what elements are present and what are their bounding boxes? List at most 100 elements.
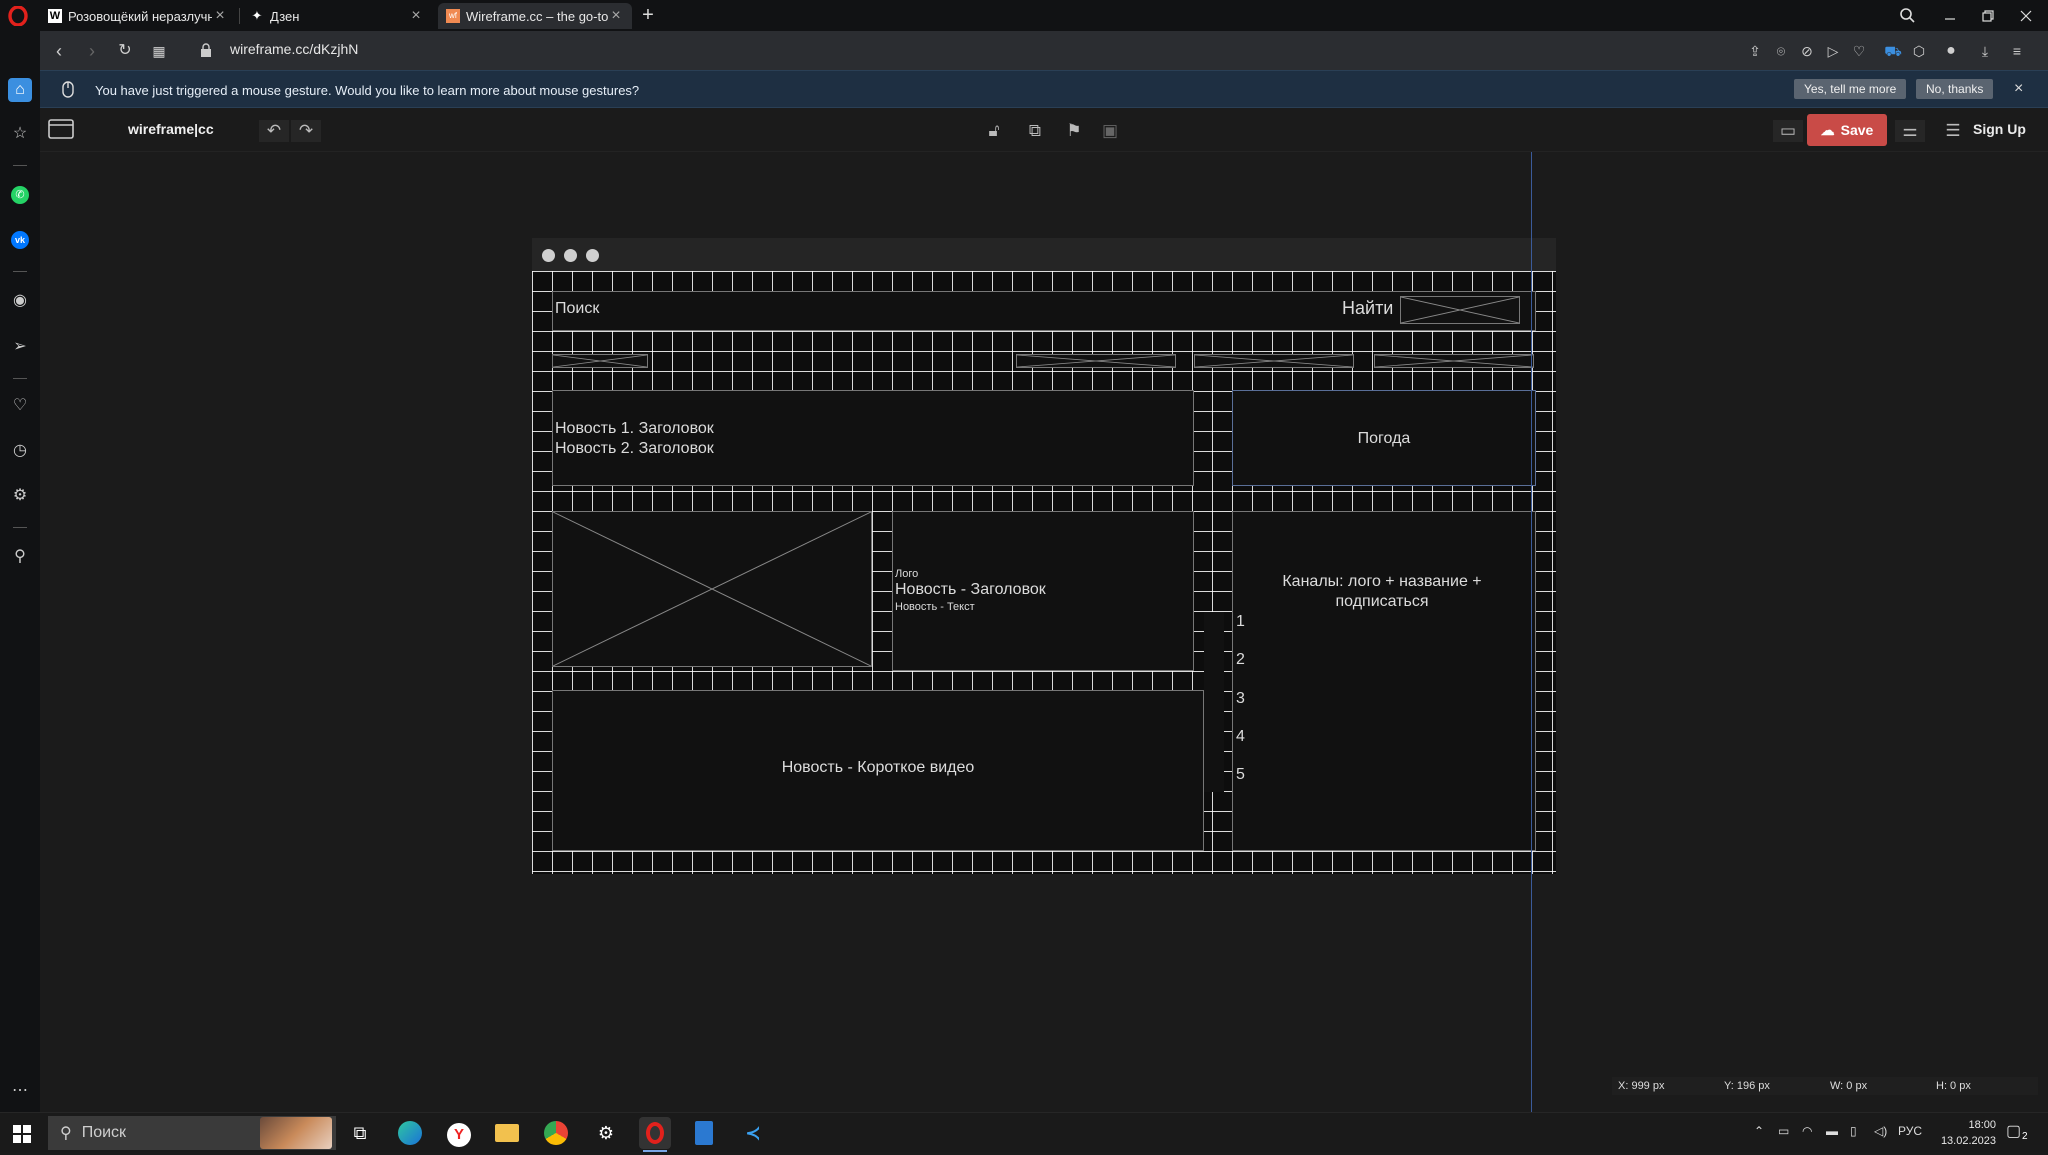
search-label[interactable]: Поиск	[555, 300, 599, 318]
download-icon[interactable]: ⤓	[1974, 40, 1996, 62]
dzen-favicon-icon: ✦	[251, 8, 263, 23]
nav-image-placeholder[interactable]	[1016, 354, 1176, 368]
channel-number-1[interactable]: 1	[1236, 613, 1245, 631]
easy-setup-icon[interactable]: ≡	[2006, 40, 2028, 62]
duplicate-icon[interactable]: ⧉	[1024, 120, 1046, 142]
monitor-icon[interactable]: ▬	[1826, 1124, 1838, 1138]
annotation-flag-icon[interactable]: ⚑	[1063, 120, 1085, 142]
wifi-icon[interactable]: ◠	[1802, 1124, 1812, 1138]
channel-number-2[interactable]: 2	[1236, 651, 1245, 669]
file-explorer-icon[interactable]	[491, 1117, 523, 1149]
heart-icon[interactable]: ♡	[8, 394, 32, 418]
opera-taskbar-icon[interactable]	[639, 1117, 671, 1152]
whatsapp-icon[interactable]: ✆	[8, 182, 32, 206]
settings-sliders-icon[interactable]: ⚌	[1895, 120, 1925, 142]
opera-logo-icon[interactable]	[8, 5, 28, 27]
no-thanks-button[interactable]: No, thanks	[1916, 79, 1994, 99]
adblock-icon[interactable]: ⊘	[1796, 40, 1818, 62]
windows-start-icon[interactable]	[13, 1125, 31, 1143]
channels-block[interactable]	[1232, 511, 1536, 851]
home-icon[interactable]: ⌂	[8, 78, 32, 102]
lightbulb-icon[interactable]: ⚲	[8, 545, 32, 569]
comment-icon[interactable]: ▭	[1773, 120, 1803, 142]
news-image-placeholder[interactable]	[552, 511, 872, 667]
short-video-label[interactable]: Новость - Короткое видео	[552, 759, 1204, 777]
send-page-icon[interactable]: ▷	[1822, 40, 1844, 62]
more-icon[interactable]: ⋯	[8, 1079, 32, 1103]
new-tab-button[interactable]: +	[638, 4, 658, 26]
notepad-icon[interactable]	[688, 1117, 720, 1149]
channels-label-line1[interactable]: Каналы: лого + название +	[1232, 573, 1532, 591]
vk-icon[interactable]: vk	[8, 227, 32, 251]
bookmark-heart-icon[interactable]: ♡	[1848, 40, 1870, 62]
news-headlines-block[interactable]	[552, 390, 1194, 486]
tab-close-icon[interactable]: ×	[408, 7, 424, 25]
lock-element-icon[interactable]: 🔓︎	[983, 120, 1005, 142]
channel-number-4[interactable]: 4	[1236, 728, 1245, 746]
settings-icon[interactable]: ⚙	[8, 484, 32, 508]
chrome-icon[interactable]	[540, 1117, 572, 1149]
close-notification-icon[interactable]: ×	[2014, 80, 2023, 98]
camera-icon[interactable]: ⌾	[1770, 40, 1792, 62]
pinboard-icon[interactable]: ☆	[8, 122, 32, 146]
channels-label-line2[interactable]: подписаться	[1232, 593, 1532, 611]
sidebar-divider	[13, 271, 27, 272]
tab-close-icon[interactable]: ×	[608, 7, 624, 25]
restore-icon[interactable]	[1978, 6, 1998, 26]
group-icon[interactable]: ▣	[1099, 120, 1121, 142]
find-label[interactable]: Найти	[1342, 298, 1393, 319]
news-headline-1[interactable]: Новость 1. Заголовок	[555, 420, 714, 438]
player-icon[interactable]: ◉	[8, 289, 32, 313]
news-logo-label[interactable]: Лого	[895, 568, 918, 580]
tab-wikipedia[interactable]: W Розовощёкий неразлучник ×	[40, 3, 236, 29]
edge-icon[interactable]	[394, 1117, 426, 1149]
wireframe-browser-window[interactable]: Поиск Найти Новость 1. Заголовок Новость…	[532, 238, 1556, 874]
reload-icon[interactable]: ↻	[114, 40, 136, 62]
url-field[interactable]: wireframe.cc/dKzjhN	[230, 41, 358, 57]
vscode-icon[interactable]: ≺	[737, 1117, 769, 1149]
search-button-placeholder[interactable]	[1400, 296, 1520, 324]
yes-tell-me-more-button[interactable]: Yes, tell me more	[1794, 79, 1907, 99]
forward-icon[interactable]: ›	[81, 40, 103, 62]
tab-dzen[interactable]: ✦ Дзен ×	[242, 3, 432, 29]
meet-now-icon[interactable]: ▭	[1778, 1124, 1789, 1138]
coord-x: X: 999 px	[1618, 1080, 1665, 1092]
share-icon[interactable]: ⇪	[1744, 40, 1766, 62]
back-icon[interactable]: ‹	[48, 40, 70, 62]
channel-number-3[interactable]: 3	[1236, 690, 1245, 708]
send-icon[interactable]: ➢	[8, 335, 32, 359]
undo-icon[interactable]: ↶	[259, 120, 289, 142]
close-window-icon[interactable]	[2016, 6, 2036, 26]
show-hidden-icons-icon[interactable]: ⌃	[1754, 1124, 1764, 1138]
profile-icon[interactable]: ●	[1940, 40, 1962, 62]
history-icon[interactable]: ◷	[8, 439, 32, 463]
tabs-grid-icon[interactable]: ▦	[148, 40, 170, 62]
language-indicator[interactable]: РУС	[1898, 1124, 1922, 1138]
nav-image-placeholder[interactable]	[1374, 354, 1534, 368]
news-headline-2[interactable]: Новость 2. Заголовок	[555, 440, 714, 458]
cart-icon[interactable]: ⛟	[1882, 40, 1904, 62]
volume-icon[interactable]: ◁)	[1874, 1124, 1887, 1138]
sign-up-link[interactable]: Sign Up	[1973, 121, 2026, 137]
wireframe-logo[interactable]: wireframe|cc	[128, 121, 214, 137]
tab-close-icon[interactable]: ×	[212, 7, 228, 25]
channel-number-5[interactable]: 5	[1236, 766, 1245, 784]
weather-label[interactable]: Погода	[1232, 430, 1536, 448]
yandex-browser-icon[interactable]: Y	[443, 1117, 475, 1149]
task-view-icon[interactable]: ⧉	[344, 1117, 376, 1149]
tab-wireframe[interactable]: wf Wireframe.cc – the go-to free ×	[438, 3, 632, 29]
search-tabs-icon[interactable]	[1898, 6, 1918, 26]
battery-icon[interactable]: ▯	[1850, 1124, 1857, 1138]
extensions-icon[interactable]: ⬡	[1908, 40, 1930, 62]
clock[interactable]: 18:00 13.02.2023	[1930, 1117, 1996, 1149]
menu-icon[interactable]: ☰	[1942, 120, 1964, 142]
browser-frame-icon[interactable]	[48, 118, 74, 140]
settings-app-icon[interactable]: ⚙	[590, 1117, 622, 1149]
nav-image-placeholder[interactable]	[1194, 354, 1354, 368]
save-button[interactable]: ☁ Save	[1807, 114, 1887, 146]
nav-image-placeholder[interactable]	[552, 354, 648, 368]
news-text[interactable]: Новость - Текст	[895, 601, 975, 613]
news-title[interactable]: Новость - Заголовок	[895, 581, 1046, 599]
redo-icon[interactable]: ↷	[291, 120, 321, 142]
minimize-icon[interactable]	[1940, 6, 1960, 26]
